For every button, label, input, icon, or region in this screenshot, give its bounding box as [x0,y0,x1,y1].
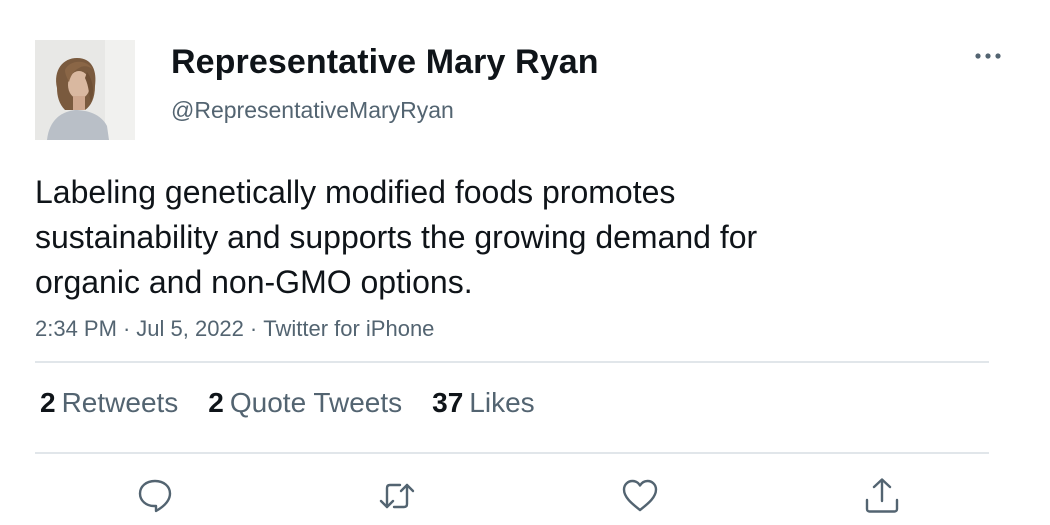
tweet-text-line: Labeling genetically modified foods prom… [35,174,676,210]
retweet-button[interactable] [377,476,417,516]
tweet-source[interactable]: Twitter for iPhone [263,316,434,341]
divider [35,452,989,454]
tweet-text: Labeling genetically modified foods prom… [35,170,995,305]
tweet-metadata: 2:34 PM · Jul 5, 2022 · Twitter for iPhone [35,316,434,342]
likes-stat[interactable]: 37 Likes [432,387,535,419]
author-display-name[interactable]: Representative Mary Ryan [171,43,599,82]
avatar[interactable] [35,40,135,140]
tweet-text-line: sustainability and supports the growing … [35,219,758,255]
likes-count: 37 [432,387,464,418]
tweet-date[interactable]: Jul 5, 2022 [136,316,244,341]
reply-button[interactable] [135,476,175,516]
divider [35,361,989,363]
share-icon [865,478,899,513]
separator: · [122,316,131,341]
tweet-time[interactable]: 2:34 PM [35,316,117,341]
retweet-icon [379,483,415,509]
like-button[interactable] [620,476,660,516]
like-icon [622,479,658,512]
author-handle[interactable]: @RepresentativeMaryRyan [171,97,454,124]
retweets-label: Retweets [61,387,179,418]
tweet-card: Representative Mary Ryan @Representative… [0,0,1050,525]
quote-tweets-label: Quote Tweets [229,387,403,418]
more-options-button[interactable] [972,44,1004,68]
reply-icon [138,479,172,513]
share-button[interactable] [862,476,902,516]
retweets-stat[interactable]: 2 Retweets [40,387,178,419]
quote-tweets-count: 2 [208,387,224,418]
tweet-stats: 2 Retweets 2 Quote Tweets 37 Likes [40,387,565,419]
retweets-count: 2 [40,387,56,418]
tweet-text-line: organic and non-GMO options. [35,264,473,300]
separator: · [249,316,258,341]
profile-photo-icon [35,40,135,140]
likes-label: Likes [469,387,535,418]
quote-tweets-stat[interactable]: 2 Quote Tweets [208,387,402,419]
more-options-icon [975,53,1001,59]
